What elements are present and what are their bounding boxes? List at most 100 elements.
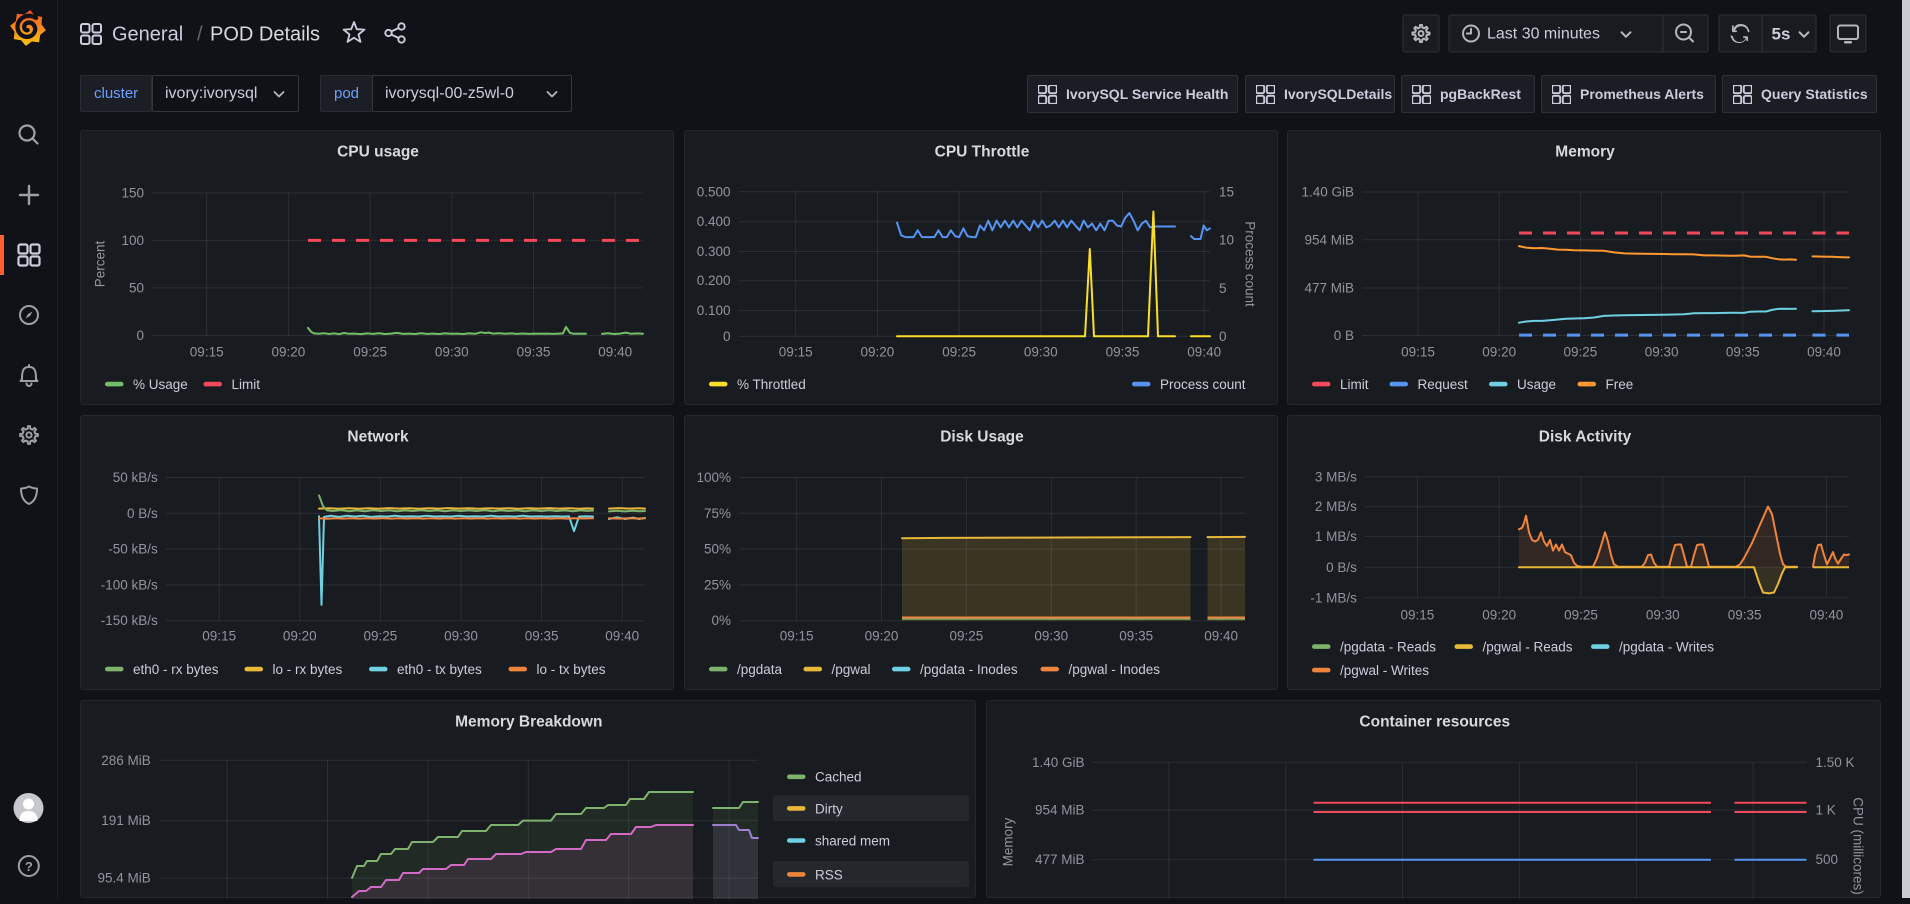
svg-text:09:35: 09:35 bbox=[1106, 345, 1140, 360]
svg-text:0.400: 0.400 bbox=[697, 214, 731, 229]
svg-text:Request: Request bbox=[1418, 377, 1469, 392]
svg-text:Process count: Process count bbox=[1243, 221, 1258, 307]
svg-text:09:15: 09:15 bbox=[202, 629, 236, 644]
svg-text:lo - tx bytes: lo - tx bytes bbox=[537, 662, 606, 677]
svg-text:10: 10 bbox=[1219, 233, 1234, 248]
svg-text:09:15: 09:15 bbox=[1401, 608, 1435, 623]
svg-text:0: 0 bbox=[1219, 329, 1227, 344]
svg-text:09:15: 09:15 bbox=[780, 629, 814, 644]
svg-text:Process count: Process count bbox=[1160, 377, 1246, 392]
svg-text:0.200: 0.200 bbox=[697, 273, 731, 288]
svg-text:3 MB/s: 3 MB/s bbox=[1315, 469, 1357, 484]
svg-text:/pgwal - Reads: /pgwal - Reads bbox=[1483, 640, 1573, 655]
svg-text:09:35: 09:35 bbox=[1119, 629, 1153, 644]
svg-text:0 B: 0 B bbox=[1334, 328, 1354, 343]
svg-text:09:30: 09:30 bbox=[1646, 608, 1680, 623]
svg-text:50%: 50% bbox=[704, 542, 731, 557]
svg-text:95.4 MiB: 95.4 MiB bbox=[98, 871, 151, 886]
svg-text:954 MiB: 954 MiB bbox=[1304, 232, 1354, 247]
svg-text:09:30: 09:30 bbox=[1024, 345, 1058, 360]
svg-text:15: 15 bbox=[1219, 184, 1234, 199]
svg-text:09:20: 09:20 bbox=[861, 345, 895, 360]
svg-text:CPU (millicores): CPU (millicores) bbox=[1850, 797, 1865, 895]
svg-text:09:15: 09:15 bbox=[190, 345, 224, 360]
svg-text:954 MiB: 954 MiB bbox=[1034, 803, 1084, 818]
svg-text:eth0 - rx bytes: eth0 - rx bytes bbox=[133, 662, 219, 677]
svg-text:CPU Throttle: CPU Throttle bbox=[935, 144, 1030, 161]
svg-text:POD Details: POD Details bbox=[210, 24, 320, 46]
svg-text:09:40: 09:40 bbox=[605, 629, 639, 644]
svg-text:09:35: 09:35 bbox=[525, 629, 559, 644]
svg-text:Cached: Cached bbox=[815, 770, 862, 785]
svg-text:09:40: 09:40 bbox=[1810, 608, 1844, 623]
svg-text:0 B/s: 0 B/s bbox=[1326, 560, 1357, 575]
svg-text:09:35: 09:35 bbox=[517, 345, 551, 360]
svg-text:-100 kB/s: -100 kB/s bbox=[101, 577, 158, 592]
svg-text:Container resources: Container resources bbox=[1359, 714, 1510, 731]
svg-text:1 K: 1 K bbox=[1815, 803, 1835, 818]
svg-text:RSS: RSS bbox=[815, 867, 843, 882]
svg-text:/pgdata - Writes: /pgdata - Writes bbox=[1619, 640, 1714, 655]
svg-text:100: 100 bbox=[121, 233, 144, 248]
svg-text:09:20: 09:20 bbox=[1482, 608, 1516, 623]
svg-text:/pgwal - Writes: /pgwal - Writes bbox=[1340, 663, 1429, 678]
svg-text:% Throttled: % Throttled bbox=[737, 377, 806, 392]
svg-text:09:25: 09:25 bbox=[950, 629, 984, 644]
svg-text:75%: 75% bbox=[704, 506, 731, 521]
svg-text:09:25: 09:25 bbox=[942, 345, 976, 360]
svg-text:General: General bbox=[112, 24, 183, 46]
svg-text:477 MiB: 477 MiB bbox=[1034, 852, 1084, 867]
svg-text:09:25: 09:25 bbox=[364, 629, 398, 644]
svg-text:% Usage: % Usage bbox=[133, 377, 188, 392]
svg-text:500: 500 bbox=[1815, 852, 1838, 867]
svg-text:09:30: 09:30 bbox=[1034, 629, 1068, 644]
svg-text:0 B/s: 0 B/s bbox=[127, 506, 158, 521]
svg-text:150: 150 bbox=[121, 186, 144, 201]
svg-text:09:25: 09:25 bbox=[1564, 608, 1598, 623]
svg-text:0: 0 bbox=[136, 328, 144, 343]
svg-text:lo - rx bytes: lo - rx bytes bbox=[273, 662, 343, 677]
svg-text:/: / bbox=[197, 24, 203, 46]
svg-text:Memory Breakdown: Memory Breakdown bbox=[455, 714, 602, 731]
svg-text:1.40 GiB: 1.40 GiB bbox=[1031, 755, 1084, 770]
svg-text:0.300: 0.300 bbox=[697, 244, 731, 259]
svg-text:Limit: Limit bbox=[1340, 377, 1369, 392]
svg-text:09:30: 09:30 bbox=[435, 345, 469, 360]
svg-text:CPU usage: CPU usage bbox=[337, 144, 419, 161]
svg-text:09:40: 09:40 bbox=[1204, 629, 1238, 644]
svg-text:0%: 0% bbox=[711, 613, 731, 628]
svg-text:Last 30 minutes: Last 30 minutes bbox=[1487, 26, 1600, 43]
svg-text:25%: 25% bbox=[704, 577, 731, 592]
svg-text:1.50 K: 1.50 K bbox=[1815, 755, 1854, 770]
svg-text:09:30: 09:30 bbox=[1645, 345, 1679, 360]
svg-text:2 MB/s: 2 MB/s bbox=[1315, 499, 1357, 514]
svg-text:477 MiB: 477 MiB bbox=[1304, 281, 1354, 296]
svg-text:Disk Activity: Disk Activity bbox=[1539, 429, 1632, 446]
svg-text:09:30: 09:30 bbox=[444, 629, 478, 644]
svg-text:09:15: 09:15 bbox=[779, 345, 813, 360]
svg-text:shared mem: shared mem bbox=[815, 833, 890, 848]
svg-text:1 MB/s: 1 MB/s bbox=[1315, 529, 1357, 544]
svg-text:0: 0 bbox=[723, 329, 731, 344]
svg-text:Memory: Memory bbox=[1000, 817, 1015, 866]
svg-text:Percent: Percent bbox=[93, 240, 108, 287]
svg-text:0.100: 0.100 bbox=[697, 303, 731, 318]
svg-text:09:20: 09:20 bbox=[283, 629, 317, 644]
svg-text:09:20: 09:20 bbox=[865, 629, 899, 644]
svg-text:09:25: 09:25 bbox=[353, 345, 387, 360]
svg-text:-50 kB/s: -50 kB/s bbox=[108, 542, 158, 557]
svg-text:5s: 5s bbox=[1772, 25, 1791, 44]
svg-text:/pgwal - Inodes: /pgwal - Inodes bbox=[1069, 662, 1161, 677]
svg-text:5: 5 bbox=[1219, 281, 1227, 296]
svg-text:-1 MB/s: -1 MB/s bbox=[1310, 590, 1357, 605]
svg-text:0.500: 0.500 bbox=[697, 184, 731, 199]
svg-text:09:35: 09:35 bbox=[1728, 608, 1762, 623]
svg-text:Limit: Limit bbox=[232, 377, 261, 392]
svg-text:?: ? bbox=[25, 859, 33, 874]
svg-text:Usage: Usage bbox=[1517, 377, 1556, 392]
svg-text:09:40: 09:40 bbox=[1807, 345, 1841, 360]
svg-text:1.40 GiB: 1.40 GiB bbox=[1301, 185, 1354, 200]
svg-text:09:20: 09:20 bbox=[272, 345, 306, 360]
svg-text:09:40: 09:40 bbox=[1187, 345, 1221, 360]
svg-text:50 kB/s: 50 kB/s bbox=[113, 470, 158, 485]
